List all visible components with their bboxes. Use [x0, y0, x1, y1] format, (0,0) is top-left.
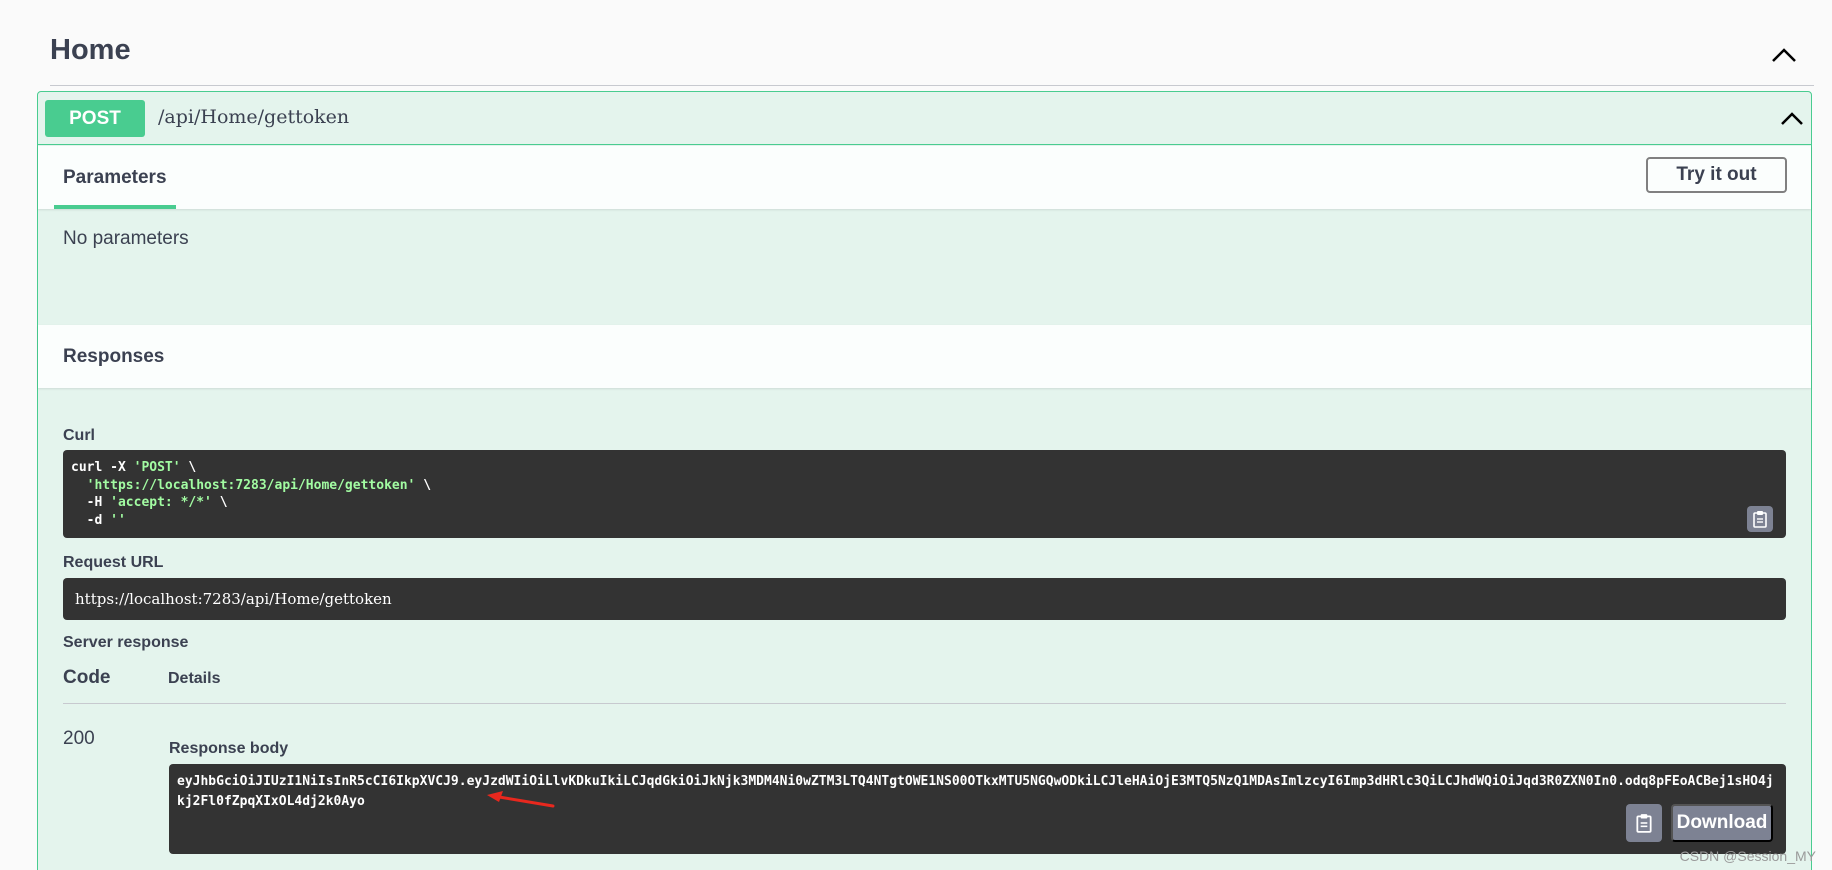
request-url-label: Request URL: [63, 554, 164, 571]
opblock-summary[interactable]: POST /api/Home/gettoken: [38, 92, 1811, 145]
try-it-out-button[interactable]: Try it out: [1646, 157, 1787, 193]
tag-title: Home: [50, 34, 131, 66]
opblock-post-gettoken: POST /api/Home/gettoken Parameters Try i…: [37, 91, 1812, 870]
tab-parameters[interactable]: Parameters: [54, 146, 176, 209]
response-body-label: Response body: [169, 740, 289, 757]
curl-code: curl -X 'POST' \ 'https://localhost:7283…: [71, 460, 432, 528]
no-parameters-text: No parameters: [63, 228, 189, 249]
watermark: CSDN @Session_MY: [1679, 848, 1816, 864]
chevron-up-icon[interactable]: [1779, 106, 1805, 132]
tag-header-home[interactable]: Home: [50, 28, 1814, 86]
parameters-bar: Parameters Try it out: [38, 146, 1811, 209]
chevron-up-icon[interactable]: [1770, 42, 1798, 70]
copy-to-clipboard-button[interactable]: [1747, 506, 1773, 532]
response-status-code: 200: [63, 728, 95, 749]
clipboard-icon: [1636, 814, 1652, 833]
server-response-label: Server response: [63, 634, 189, 651]
response-body-token: eyJhbGciOiJIUzI1NiIsInR5cCI6IkpXVCJ9.eyJ…: [177, 774, 1774, 809]
clipboard-icon: [1753, 511, 1767, 528]
copy-to-clipboard-button[interactable]: [1626, 804, 1662, 842]
response-body-block[interactable]: eyJhbGciOiJIUzI1NiIsInR5cCI6IkpXVCJ9.eyJ…: [169, 764, 1786, 854]
request-url-value: https://localhost:7283/api/Home/gettoken: [63, 578, 1786, 620]
col-code: Code: [63, 667, 111, 688]
responses-bar: Responses: [38, 325, 1811, 388]
col-details: Details: [168, 670, 221, 687]
response-table-header: Code Details: [63, 659, 1786, 704]
operation-path: /api/Home/gettoken: [158, 106, 350, 128]
red-arrow-annotation: [487, 791, 555, 808]
curl-code-block[interactable]: curl -X 'POST' \ 'https://localhost:7283…: [63, 450, 1786, 538]
download-button[interactable]: Download: [1671, 804, 1773, 842]
method-badge: POST: [45, 100, 145, 137]
responses-title: Responses: [63, 345, 165, 367]
curl-label: Curl: [63, 427, 95, 444]
